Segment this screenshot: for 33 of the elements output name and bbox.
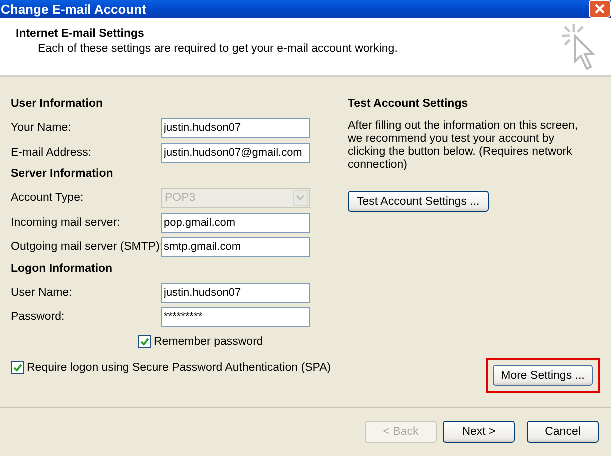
section-heading: Test Account Settings (348, 97, 468, 112)
remember-password-checkbox[interactable]: Remember password (138, 335, 264, 348)
field-label: Outgoing mail server (SMTP): (11, 241, 161, 254)
password-field[interactable]: ********* (161, 307, 310, 328)
field-label: Password: (11, 311, 66, 324)
input-field[interactable]: justin.hudson07 (161, 118, 310, 138)
section-heading: Server Information (11, 167, 114, 182)
input-field[interactable]: justin.hudson07 (161, 282, 310, 303)
dialog-button[interactable]: Cancel (527, 421, 599, 443)
more-settings-button[interactable]: More Settings ... (493, 365, 593, 386)
checkbox[interactable] (138, 335, 151, 348)
section-heading: User Information (11, 97, 104, 112)
checkmark-icon (12, 362, 22, 372)
close-icon (594, 3, 606, 15)
field-label: Account Type: (11, 192, 85, 204)
input-field[interactable]: smtp.gmail.com (161, 237, 310, 258)
field-label: Your Name: (11, 122, 72, 134)
test-description: After filling out the information on this screen, we recommend you test your account by clicking the button below. (Requires network connection) (348, 120, 580, 172)
test-account-settings-button[interactable]: Test Account Settings ... (348, 191, 489, 212)
input-field[interactable]: justin.hudson07@gmail.com (161, 142, 310, 163)
input-field[interactable]: pop.gmail.com (161, 212, 310, 233)
section-heading: Logon Information (11, 262, 114, 276)
checkbox[interactable] (11, 361, 24, 374)
field-label: E-mail Address: (11, 146, 93, 159)
field-label: Incoming mail server: (11, 216, 122, 229)
close-button[interactable] (589, 0, 611, 18)
checkbox-label: Remember password (154, 336, 264, 348)
dialog-button[interactable]: Next > (443, 421, 515, 443)
window-title: Change E-mail Account (0, 2, 146, 16)
checkmark-icon (140, 336, 150, 346)
header-title: Internet E-mail Settings (16, 28, 146, 40)
header-subtitle: Each of these settings are required to get your e-mail account working. (37, 43, 398, 55)
field-label: User Name: (11, 286, 74, 299)
